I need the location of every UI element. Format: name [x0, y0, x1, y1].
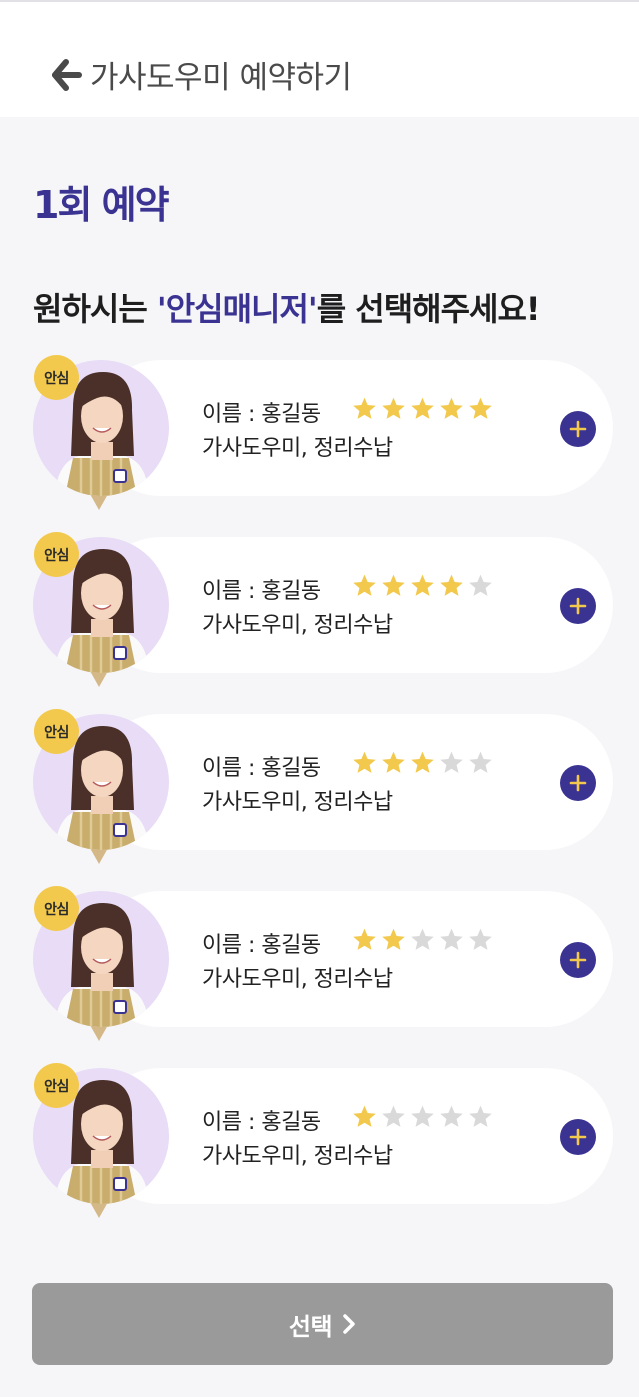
manager-name: 이름 : 홍길동	[202, 402, 321, 427]
plus-icon	[569, 420, 587, 438]
add-manager-button[interactable]	[560, 411, 596, 447]
add-manager-button[interactable]	[560, 942, 596, 978]
rating-stars	[352, 396, 493, 421]
manager-card[interactable]: 안심이름 : 홍길동가사도우미, 정리수납	[33, 532, 613, 687]
safe-badge: 안심	[34, 355, 79, 400]
select-button[interactable]: 선택	[32, 1283, 613, 1365]
star-filled-icon	[382, 397, 405, 419]
app-header: 가사도우미 예약하기	[0, 2, 639, 117]
plus-icon	[569, 951, 587, 969]
plus-icon	[569, 1128, 587, 1146]
manager-card[interactable]: 안심이름 : 홍길동가사도우미, 정리수납	[33, 355, 613, 510]
star-filled-icon	[353, 574, 376, 596]
manager-card[interactable]: 안심이름 : 홍길동가사도우미, 정리수납	[33, 709, 613, 864]
selection-prompt: 원하시는 '안심매니저'를 선택해주세요!	[33, 284, 541, 330]
plus-icon	[569, 597, 587, 615]
manager-name: 이름 : 홍길동	[202, 756, 321, 781]
avatar-pointer	[90, 848, 108, 864]
star-empty-icon	[469, 574, 492, 596]
star-filled-icon	[440, 397, 463, 419]
manager-services: 가사도우미, 정리수납	[202, 967, 393, 992]
star-filled-icon	[440, 574, 463, 596]
star-empty-icon	[382, 1105, 405, 1127]
section-title: 1회 예약	[33, 183, 170, 227]
card-background	[93, 1068, 613, 1204]
rating-stars	[352, 1104, 493, 1129]
plus-icon	[569, 774, 587, 792]
select-button-label: 선택	[288, 1313, 333, 1341]
avatar-pointer	[90, 1025, 108, 1041]
star-filled-icon	[382, 574, 405, 596]
safe-badge: 안심	[34, 886, 79, 931]
star-empty-icon	[440, 1105, 463, 1127]
add-manager-button[interactable]	[560, 765, 596, 801]
avatar-pointer	[90, 1202, 108, 1218]
star-empty-icon	[440, 928, 463, 950]
star-filled-icon	[353, 928, 376, 950]
star-filled-icon	[353, 751, 376, 773]
rating-stars	[352, 750, 493, 775]
star-filled-icon	[411, 397, 434, 419]
prompt-text-after: 를 선택해주세요!	[316, 290, 541, 328]
prompt-text-before: 원하시는	[33, 290, 157, 328]
manager-card[interactable]: 안심이름 : 홍길동가사도우미, 정리수납	[33, 1063, 613, 1218]
manager-name: 이름 : 홍길동	[202, 933, 321, 958]
manager-card[interactable]: 안심이름 : 홍길동가사도우미, 정리수납	[33, 886, 613, 1041]
prompt-highlight: '안심매니저'	[156, 290, 318, 328]
star-filled-icon	[469, 397, 492, 419]
star-empty-icon	[440, 751, 463, 773]
star-empty-icon	[411, 928, 434, 950]
manager-name: 이름 : 홍길동	[202, 579, 321, 604]
star-filled-icon	[382, 928, 405, 950]
add-manager-button[interactable]	[560, 1119, 596, 1155]
star-empty-icon	[469, 928, 492, 950]
avatar-pointer	[90, 671, 108, 687]
chevron-right-icon	[343, 1314, 355, 1334]
card-background	[93, 891, 613, 1027]
manager-services: 가사도우미, 정리수납	[202, 436, 393, 461]
safe-badge: 안심	[34, 532, 79, 577]
card-background	[93, 714, 613, 850]
rating-stars	[352, 927, 493, 952]
manager-services: 가사도우미, 정리수납	[202, 613, 393, 638]
manager-services: 가사도우미, 정리수납	[202, 1144, 393, 1169]
manager-name: 이름 : 홍길동	[202, 1110, 321, 1135]
star-empty-icon	[469, 1105, 492, 1127]
add-manager-button[interactable]	[560, 588, 596, 624]
avatar-pointer	[90, 494, 108, 510]
star-filled-icon	[382, 751, 405, 773]
safe-badge: 안심	[34, 1063, 79, 1108]
page-title: 가사도우미 예약하기	[90, 60, 352, 96]
star-filled-icon	[411, 751, 434, 773]
back-button[interactable]	[50, 55, 84, 95]
star-filled-icon	[411, 574, 434, 596]
card-background	[93, 360, 613, 496]
manager-services: 가사도우미, 정리수납	[202, 790, 393, 815]
arrow-left-icon	[52, 59, 82, 91]
safe-badge: 안심	[34, 709, 79, 754]
star-filled-icon	[353, 1105, 376, 1127]
rating-stars	[352, 573, 493, 598]
star-empty-icon	[469, 751, 492, 773]
card-background	[93, 537, 613, 673]
star-empty-icon	[411, 1105, 434, 1127]
star-filled-icon	[353, 397, 376, 419]
